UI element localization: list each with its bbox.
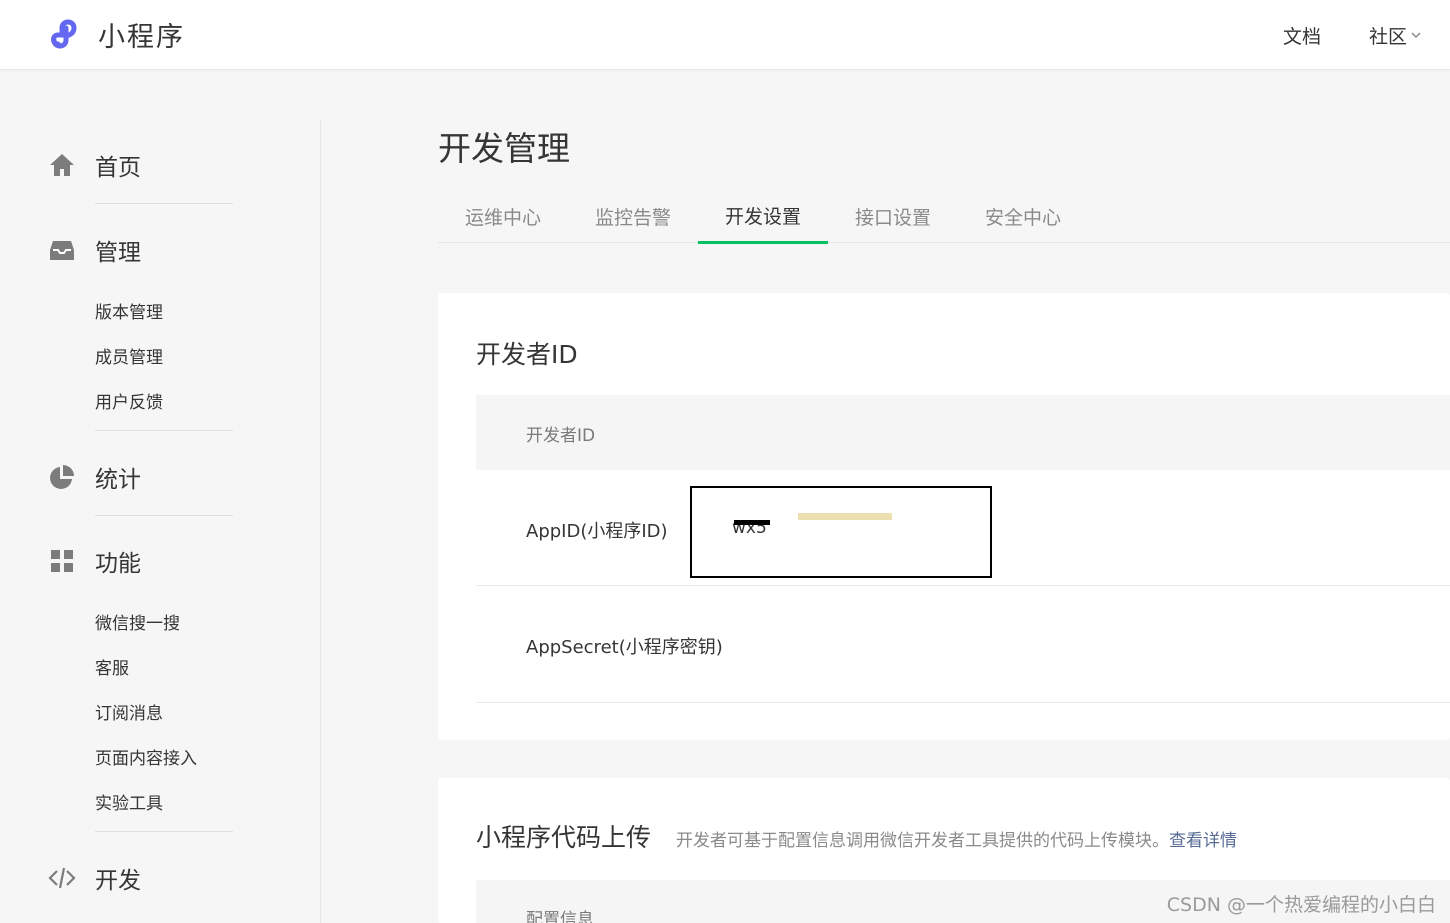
brand-logo[interactable]: 小程序 xyxy=(48,14,185,54)
tab-bar: 运维中心 监控告警 开发设置 接口设置 安全中心 xyxy=(438,190,1450,244)
sidebar-item-page-content[interactable]: 页面内容接入 xyxy=(95,744,197,769)
sidebar-item-wechat-search[interactable]: 微信搜一搜 xyxy=(95,609,180,634)
sidebar-manage-label: 管理 xyxy=(95,240,141,266)
sidebar-divider xyxy=(95,515,233,516)
developer-id-title: 开发者ID xyxy=(476,340,578,369)
tab-security-center[interactable]: 安全中心 xyxy=(958,190,1088,243)
developer-id-table-header: 开发者ID xyxy=(476,395,1450,470)
nav-community-dropdown[interactable]: 社区 xyxy=(1369,22,1422,49)
top-nav: 文档 社区 xyxy=(1235,0,1422,70)
row-divider xyxy=(476,702,1450,703)
developer-id-header-label: 开发者ID xyxy=(526,426,596,446)
chevron-down-icon xyxy=(1411,32,1421,39)
sidebar-item-manage[interactable]: 管理 xyxy=(48,233,141,267)
sidebar-divider xyxy=(95,203,233,204)
tab-monitor-alert[interactable]: 监控告警 xyxy=(568,190,698,243)
sidebar-item-features[interactable]: 功能 xyxy=(48,544,141,578)
code-upload-description-text: 开发者可基于配置信息调用微信开发者工具提供的代码上传模块。 xyxy=(676,831,1169,851)
appsecret-label: AppSecret(小程序密钥) xyxy=(526,637,723,658)
sidebar-item-lab-tools[interactable]: 实验工具 xyxy=(95,789,163,814)
row-divider xyxy=(476,585,1450,586)
appid-label: AppID(小程序ID) xyxy=(526,521,668,542)
nav-docs-link[interactable]: 文档 xyxy=(1283,22,1321,49)
nav-community-label: 社区 xyxy=(1368,25,1407,48)
developer-id-card: 开发者ID 开发者ID AppID(小程序ID) wx5 AppSecret(小… xyxy=(438,293,1450,740)
redaction-highlight xyxy=(798,513,892,520)
pie-chart-icon xyxy=(48,463,76,491)
sidebar-item-customer-service[interactable]: 客服 xyxy=(95,654,129,679)
sidebar-item-develop[interactable]: 开发 xyxy=(48,861,141,895)
inbox-icon xyxy=(48,236,76,264)
redaction-mark xyxy=(734,520,770,525)
tab-ops-center[interactable]: 运维中心 xyxy=(438,190,568,243)
view-details-link[interactable]: 查看详情 xyxy=(1169,831,1237,851)
brand-name: 小程序 xyxy=(98,21,185,53)
code-upload-title: 小程序代码上传 xyxy=(476,823,652,852)
code-icon xyxy=(48,864,76,892)
sidebar-develop-label: 开发 xyxy=(95,868,141,894)
nav-docs-label: 文档 xyxy=(1282,25,1321,48)
sidebar-item-home[interactable]: 首页 xyxy=(48,148,141,182)
sidebar-item-stats[interactable]: 统计 xyxy=(48,460,141,494)
appid-value-box: wx5 xyxy=(690,486,992,578)
code-upload-description: 开发者可基于配置信息调用微信开发者工具提供的代码上传模块。查看详情 xyxy=(676,826,1237,851)
watermark: CSDN @一个热爱编程的小白白 xyxy=(1166,894,1436,916)
sidebar-divider xyxy=(95,831,233,832)
sidebar-divider xyxy=(320,120,321,923)
page-title: 开发管理 xyxy=(438,129,570,168)
top-header: 小程序 文档 社区 xyxy=(0,0,1450,70)
config-header-label: 配置信息 xyxy=(526,910,594,923)
home-icon xyxy=(48,151,76,179)
sidebar-stats-label: 统计 xyxy=(95,467,141,493)
sidebar-features-label: 功能 xyxy=(95,551,141,577)
sidebar-home-label: 首页 xyxy=(95,155,141,181)
sidebar-divider xyxy=(95,430,233,431)
mini-program-logo-icon xyxy=(51,19,77,49)
tab-api-settings[interactable]: 接口设置 xyxy=(828,190,958,243)
sidebar-item-member-manage[interactable]: 成员管理 xyxy=(95,343,163,368)
grid-icon xyxy=(48,547,76,575)
sidebar-item-subscribe-message[interactable]: 订阅消息 xyxy=(95,699,163,724)
sidebar-item-user-feedback[interactable]: 用户反馈 xyxy=(95,388,163,413)
sidebar-item-version-manage[interactable]: 版本管理 xyxy=(95,298,163,323)
tab-dev-settings[interactable]: 开发设置 xyxy=(698,190,828,244)
